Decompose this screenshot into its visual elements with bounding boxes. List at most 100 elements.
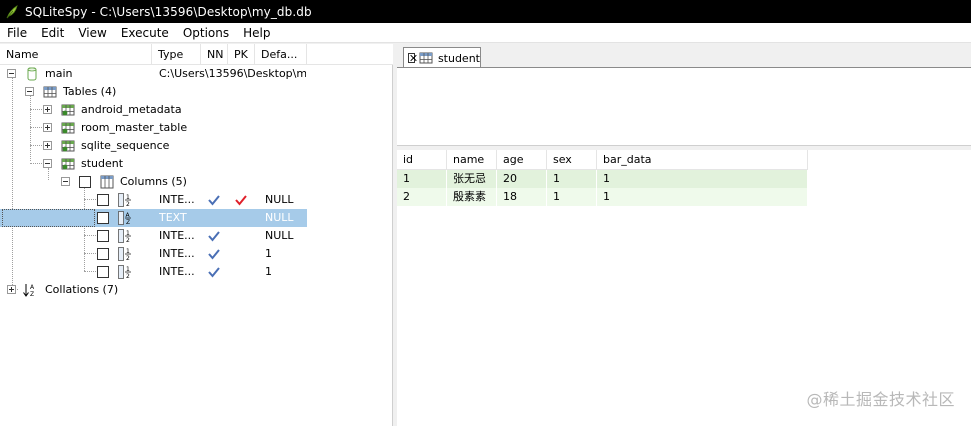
tree-col-name[interactable]: Name <box>0 44 152 65</box>
column-default: 1 <box>265 265 272 278</box>
column-type: INTE... <box>159 193 195 206</box>
sql-editor[interactable] <box>397 67 971 146</box>
column-row-selected[interactable]: AZ TEXT NULL <box>0 209 393 227</box>
tables-icon <box>43 85 57 99</box>
collapse-icon[interactable] <box>25 87 34 96</box>
watermark: @稀土掘金技术社区 <box>806 390 955 409</box>
integer-type-icon: 12 <box>118 193 132 208</box>
window-title: SQLiteSpy - C:\Users\13596\Desktop\my_db… <box>25 4 312 19</box>
column-row[interactable]: 12 INTE... 1 <box>0 263 393 281</box>
tree-node-table[interactable]: android_metadata <box>0 101 393 119</box>
menu-options[interactable]: Options <box>176 23 236 43</box>
collapse-icon[interactable] <box>43 159 52 168</box>
grid-cell[interactable]: 1 <box>547 188 597 206</box>
svg-text:Z: Z <box>126 219 130 225</box>
svg-text:A: A <box>30 284 35 291</box>
grid-col-bar-data[interactable]: bar_data <box>597 150 808 170</box>
column-checkbox[interactable] <box>97 230 109 242</box>
integer-type-icon: 12 <box>118 247 132 262</box>
tab-student[interactable]: student <box>403 47 481 68</box>
grid-cell[interactable]: 18 <box>497 188 547 206</box>
grid-cell[interactable]: 1 <box>547 170 597 188</box>
focus-rectangle <box>2 209 95 227</box>
columns-icon <box>100 175 114 189</box>
menu-file[interactable]: File <box>0 23 34 43</box>
tree-node-label: student <box>81 157 124 170</box>
tree-header: Name Type NN PK Defa... <box>0 44 393 65</box>
tree-node-table[interactable]: student <box>0 155 393 173</box>
tree-node-table[interactable]: sqlite_sequence <box>0 137 393 155</box>
column-checkbox[interactable] <box>97 266 109 278</box>
table-icon <box>61 139 75 153</box>
column-row[interactable]: 12 INTE... 1 <box>0 245 393 263</box>
tab-area: student <box>397 44 971 146</box>
result-grid: id name age sex bar_data 1 张无忌 20 1 1 2 … <box>397 150 971 426</box>
expand-icon[interactable] <box>43 105 52 114</box>
grid-col-name[interactable]: name <box>447 150 497 170</box>
svg-text:2: 2 <box>126 273 130 279</box>
database-path: C:\Users\13596\Desktop\m... <box>159 67 306 80</box>
tree-col-default[interactable]: Defa... <box>255 44 307 65</box>
tree-node-label: room_master_table <box>81 121 188 134</box>
tab-label: student <box>437 51 480 65</box>
text-type-icon: AZ <box>118 211 132 226</box>
collapse-icon[interactable] <box>7 69 16 78</box>
tree-col-type[interactable]: Type <box>152 44 201 65</box>
menu-edit[interactable]: Edit <box>34 23 71 43</box>
column-type: INTE... <box>159 247 195 260</box>
grid-cell[interactable]: 张无忌 <box>447 170 497 188</box>
tree-col-nn[interactable]: NN <box>201 44 228 65</box>
svg-text:2: 2 <box>126 201 130 207</box>
column-type: INTE... <box>159 229 195 242</box>
grid-col-id[interactable]: id <box>397 150 447 170</box>
integer-type-icon: 12 <box>118 265 132 280</box>
tree-node-label: Columns (5) <box>120 175 187 188</box>
expand-icon[interactable] <box>43 141 52 150</box>
column-row[interactable]: 12 INTE... NULL <box>0 227 393 245</box>
table-icon <box>419 51 433 65</box>
table-icon <box>61 103 75 117</box>
columns-checkbox[interactable] <box>79 176 91 188</box>
tree-node-columns[interactable]: Columns (5) <box>0 173 393 191</box>
column-checkbox[interactable] <box>97 212 109 224</box>
close-icon[interactable] <box>408 53 415 63</box>
title-bar: SQLiteSpy - C:\Users\13596\Desktop\my_db… <box>0 0 971 23</box>
column-default: NULL <box>265 229 294 242</box>
not-null-check-icon <box>207 229 221 243</box>
expand-icon[interactable] <box>43 123 52 132</box>
column-checkbox[interactable] <box>97 194 109 206</box>
column-type: TEXT <box>159 211 187 224</box>
grid-cell[interactable]: 1 <box>597 170 808 188</box>
tree-node-label: main <box>45 67 73 80</box>
grid-cell[interactable]: 2 <box>397 188 447 206</box>
tree-node-tables[interactable]: Tables (4) <box>0 83 393 101</box>
menu-bar: File Edit View Execute Options Help <box>0 23 971 43</box>
tree-node-collations[interactable]: AZ Collations (7) <box>0 281 393 299</box>
schema-tree-pane: Name Type NN PK Defa... main C:\Users\13… <box>0 44 393 426</box>
tree-col-pk[interactable]: PK <box>228 44 255 65</box>
grid-col-sex[interactable]: sex <box>547 150 597 170</box>
column-default: NULL <box>265 193 294 206</box>
grid-col-age[interactable]: age <box>497 150 547 170</box>
svg-text:2: 2 <box>126 255 130 261</box>
grid-cell[interactable]: 殷素素 <box>447 188 497 206</box>
tree-node-label: android_metadata <box>81 103 182 116</box>
expand-icon[interactable] <box>7 285 16 294</box>
tree-node-label: Collations (7) <box>45 283 119 296</box>
grid-cell[interactable]: 1 <box>397 170 447 188</box>
collapse-icon[interactable] <box>61 177 70 186</box>
tree-node-main[interactable]: main C:\Users\13596\Desktop\m... <box>0 65 393 83</box>
feather-icon <box>5 4 19 19</box>
column-default: NULL <box>265 211 294 224</box>
grid-cell[interactable]: 1 <box>597 188 808 206</box>
menu-view[interactable]: View <box>71 23 113 43</box>
column-row[interactable]: 12 INTE... NULL <box>0 191 393 209</box>
sort-az-icon: AZ <box>23 283 37 298</box>
svg-text:2: 2 <box>126 237 130 243</box>
menu-execute[interactable]: Execute <box>114 23 176 43</box>
menu-help[interactable]: Help <box>236 23 277 43</box>
primary-key-check-icon <box>234 193 248 207</box>
tree-node-table[interactable]: room_master_table <box>0 119 393 137</box>
column-checkbox[interactable] <box>97 248 109 260</box>
grid-cell[interactable]: 20 <box>497 170 547 188</box>
